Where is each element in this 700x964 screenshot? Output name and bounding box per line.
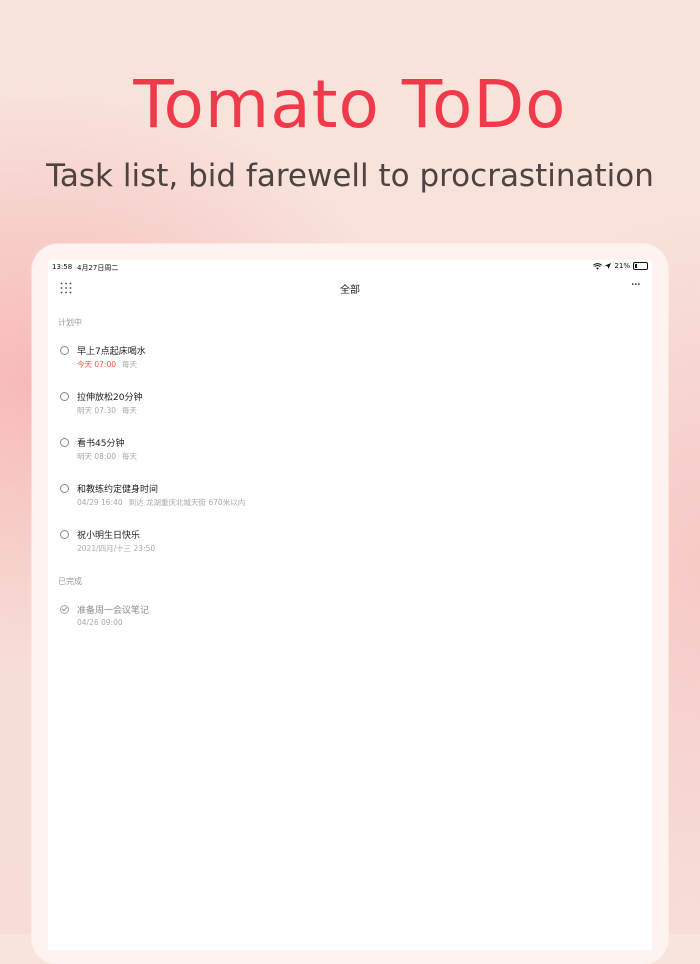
task-checkbox[interactable] [60, 438, 69, 447]
status-time: 13:58 [52, 263, 73, 271]
location-arrow-icon [605, 263, 612, 269]
status-date: 4月27日周二 [77, 264, 119, 272]
task-meta: 04/29 16:40 到达 龙湖重庆北城天街 670米以内 [77, 497, 245, 508]
section-completed: 已完成 [58, 577, 82, 586]
task-meta: 今天 07:00 每天 [77, 359, 137, 370]
task-title: 早上7点起床喝水 [77, 347, 146, 357]
task-item[interactable]: 祝小明生日快乐 2021/四月/十三 23:50 [58, 526, 642, 560]
task-due: 明天 07:30 [77, 406, 116, 415]
nav-bar: 全部 ··· [48, 276, 652, 300]
task-due: 04/29 16:40 [77, 498, 123, 507]
task-item[interactable]: 拉伸放松20分钟 明天 07:30 每天 [58, 388, 642, 422]
task-meta: 04/26 09:00 [77, 618, 123, 627]
task-checkbox[interactable] [60, 530, 69, 539]
task-repeat: 每天 [122, 406, 137, 415]
task-title: 拉伸放松20分钟 [77, 393, 143, 403]
task-item[interactable]: 和教练约定健身时间 04/29 16:40 到达 龙湖重庆北城天街 670米以内 [58, 480, 642, 514]
hero-title: Tomato ToDo [133, 66, 567, 143]
task-location: 到达 龙湖重庆北城天街 670米以内 [128, 498, 246, 507]
hero-subtitle: Task list, bid farewell to procrastinati… [46, 158, 654, 194]
task-meta: 明天 07:30 每天 [77, 405, 137, 416]
wifi-icon [593, 262, 603, 270]
task-checkbox[interactable] [60, 484, 69, 493]
battery-icon [633, 262, 648, 270]
task-checked-icon[interactable] [60, 605, 69, 614]
completed-task-item[interactable]: 准备周一会议笔记 04/26 09:00 [58, 601, 642, 635]
task-repeat: 每天 [122, 452, 137, 461]
task-repeat: 每天 [122, 360, 137, 369]
app-screen: 13:58 4月27日周二 21% 全部 ··· 计划中 早上7点起床喝水 今天… [48, 260, 652, 950]
task-title: 看书45分钟 [77, 439, 125, 449]
task-meta: 2021/四月/十三 23:50 [77, 543, 155, 554]
battery-level [635, 264, 638, 268]
more-options-icon[interactable]: ··· [631, 278, 641, 293]
task-title: 和教练约定健身时间 [77, 485, 159, 495]
task-item[interactable]: 看书45分钟 明天 08:00 每天 [58, 434, 642, 468]
section-planned: 计划中 [58, 318, 82, 327]
task-title: 祝小明生日快乐 [77, 531, 141, 541]
task-due: 明天 08:00 [77, 452, 116, 461]
battery-percent: 21% [614, 262, 630, 270]
task-checkbox[interactable] [60, 392, 69, 401]
task-due: 04/26 09:00 [77, 618, 123, 627]
task-due: 2021/四月/十三 23:50 [77, 544, 156, 553]
status-bar: 13:58 4月27日周二 21% [48, 260, 652, 274]
status-indicators: 21% [593, 262, 648, 270]
task-due: 今天 07:00 [77, 360, 116, 369]
task-title: 准备周一会议笔记 [77, 606, 150, 616]
page-title: 全部 [340, 285, 360, 296]
task-item[interactable]: 早上7点起床喝水 今天 07:00 每天 [58, 342, 642, 376]
task-meta: 明天 08:00 每天 [77, 451, 137, 462]
task-checkbox[interactable] [60, 346, 69, 355]
